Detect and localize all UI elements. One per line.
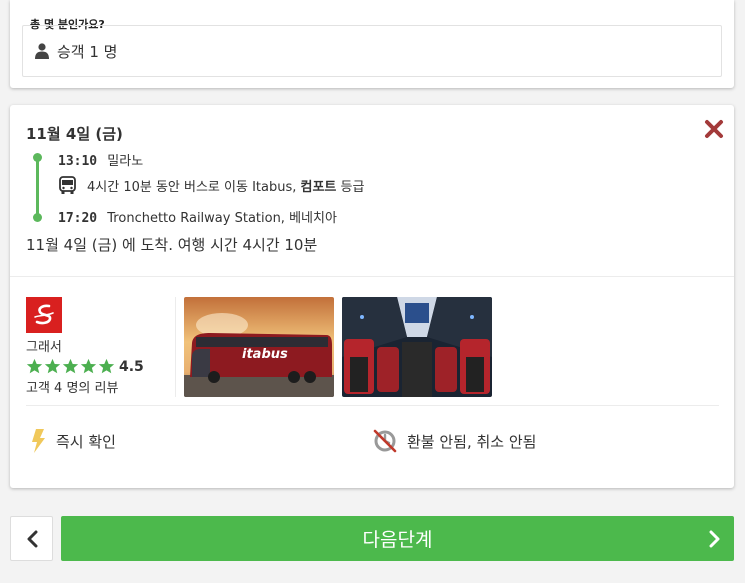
timeline-line xyxy=(36,157,39,218)
arrival-place: Tronchetto Railway Station, 베네치아 xyxy=(107,211,337,226)
passenger-card: 총 몇 분인가요? 승객 1 명 xyxy=(10,0,734,88)
operator-name: 그래서 xyxy=(26,340,62,355)
departure-place: 밀라노 xyxy=(107,154,144,169)
passenger-count: 승객 1 명 xyxy=(57,42,118,61)
lightning-icon xyxy=(32,429,45,453)
instant-confirm: 즉시 확인 xyxy=(30,429,116,453)
departure-time: 13:10 xyxy=(58,154,98,169)
star-icon xyxy=(44,358,61,374)
chevron-left-icon xyxy=(27,530,37,547)
bus-exterior-photo[interactable]: itabus xyxy=(184,297,334,397)
bus-brand-text: itabus xyxy=(242,347,288,362)
refund-policy-label: 환불 안됨, 취소 안됨 xyxy=(407,432,537,451)
person-icon xyxy=(35,43,49,59)
instant-confirm-label: 즉시 확인 xyxy=(56,432,116,451)
bus-interior-photo[interactable] xyxy=(342,297,492,397)
transport-class-suffix: 등급 xyxy=(336,180,365,195)
operator-logo-mark xyxy=(34,304,54,325)
close-icon[interactable] xyxy=(704,119,724,139)
divider xyxy=(10,276,734,277)
arrival-summary: 11월 4일 (금) 에 도착. 여행 시간 4시간 10분 xyxy=(26,236,318,254)
arrival-time: 17:20 xyxy=(58,211,98,226)
star-icon xyxy=(26,358,43,374)
trip-card: 11월 4일 (금) 13:10 밀라노 4시간 10분 동안 버스로 이동 I… xyxy=(10,105,734,488)
rating: 4.5 xyxy=(26,358,176,375)
star-icon xyxy=(98,358,115,374)
timeline-dot-arrival xyxy=(33,213,42,222)
passenger-select[interactable]: 승객 1 명 xyxy=(22,25,722,77)
star-icon xyxy=(80,358,97,374)
star-icon xyxy=(62,358,79,374)
divider xyxy=(26,405,719,406)
chevron-right-icon xyxy=(709,530,720,548)
departure-stop: 13:10 밀라노 xyxy=(58,150,143,169)
trip-date: 11월 4일 (금) xyxy=(26,125,123,143)
transport-class: 컴포트 xyxy=(300,180,337,195)
vertical-divider xyxy=(175,297,176,397)
bus-icon xyxy=(59,176,76,194)
review-count: 고객 4 명의 리뷰 xyxy=(26,381,119,396)
next-step-label: 다음단계 xyxy=(362,529,433,551)
operator-logo xyxy=(26,297,62,333)
arrival-stop: 17:20 Tronchetto Railway Station, 베네치아 xyxy=(58,207,337,226)
no-refund-icon xyxy=(373,429,397,453)
transport-row: 4시간 10분 동안 버스로 이동 Itabus, 컴포트 등급 xyxy=(58,176,364,195)
transport-text: 4시간 10분 동안 버스로 이동 Itabus, xyxy=(87,180,301,195)
rating-value: 4.5 xyxy=(119,358,144,375)
operator-info: 그래서 4.5 고객 4 명의 리뷰 xyxy=(26,297,176,396)
back-button[interactable] xyxy=(10,516,53,561)
next-step-button[interactable]: 다음단계 xyxy=(61,516,734,561)
timeline-dot-departure xyxy=(33,153,42,162)
refund-policy: 환불 안됨, 취소 안됨 xyxy=(373,429,536,453)
